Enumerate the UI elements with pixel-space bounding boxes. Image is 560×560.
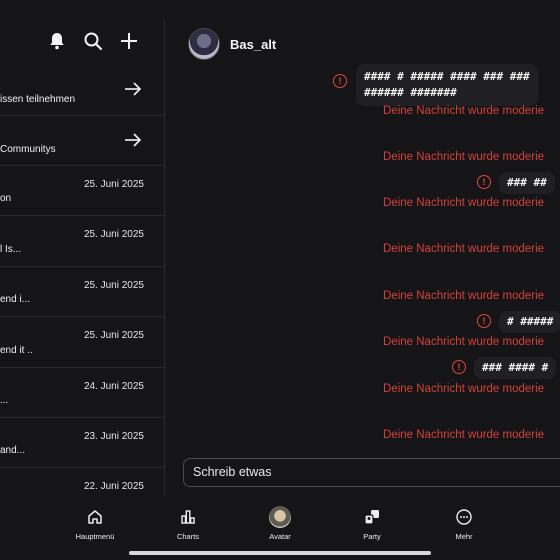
message-input[interactable]: [193, 465, 560, 479]
warning-icon[interactable]: !: [333, 74, 347, 88]
conversation-date: 24. Juni 2025: [83, 381, 144, 392]
moderation-notice: Deine Nachricht wurde moderie: [383, 151, 545, 163]
avatar-icon: [245, 506, 315, 528]
join-community-row[interactable]: issen teilnehmen: [0, 66, 164, 116]
conversation-item[interactable]: 23. Juni 2025 and...: [0, 418, 164, 468]
charts-icon: [153, 506, 223, 528]
moderation-notice: Deine Nachricht wurde moderie: [383, 105, 545, 117]
search-icon[interactable]: [82, 30, 104, 52]
conversation-item[interactable]: 25. Juni 2025 l Is...: [0, 216, 164, 267]
communities-label: Communitys: [0, 144, 56, 155]
message-bubble[interactable]: ### #### #: [474, 357, 557, 379]
nav-label: Charts: [176, 532, 200, 541]
communities-row[interactable]: Communitys: [0, 116, 164, 166]
nav-label: Party: [363, 532, 381, 541]
conversation-date: 25. Juni 2025: [83, 280, 144, 291]
moderation-notice: Deine Nachricht wurde moderie: [383, 243, 545, 255]
warning-icon[interactable]: !: [477, 175, 491, 189]
join-community-label: issen teilnehmen: [0, 94, 76, 105]
nav-label: Avatar: [269, 532, 291, 541]
moderation-notice: Deine Nachricht wurde moderie: [383, 429, 545, 441]
nav-label: Mehr: [455, 532, 473, 541]
chat-title: Bas_alt: [230, 36, 277, 52]
arrow-right-icon: [124, 82, 142, 101]
conversation-date: 25. Juni 2025: [83, 330, 144, 341]
message-input-box[interactable]: [183, 458, 560, 487]
warning-icon[interactable]: !: [452, 360, 466, 374]
conversation-snippet: end it ..: [0, 345, 33, 356]
conversation-item[interactable]: 25. Juni 2025 on: [0, 166, 164, 216]
plus-icon[interactable]: [118, 30, 140, 52]
nav-item-avatar[interactable]: Avatar: [245, 506, 315, 541]
bell-icon[interactable]: [46, 30, 68, 52]
nav-item-charts[interactable]: Charts: [153, 506, 223, 541]
nav-label: Hauptmenü: [75, 532, 115, 541]
conversation-date: 23. Juni 2025: [83, 431, 144, 442]
moderation-notice: Deine Nachricht wurde moderie: [383, 336, 545, 348]
chat-header[interactable]: Bas_alt: [188, 28, 276, 60]
arrow-right-icon: [124, 133, 142, 152]
conversation-date: 25. Juni 2025: [83, 179, 144, 190]
warning-icon[interactable]: !: [477, 314, 491, 328]
conversation-item[interactable]: 24. Juni 2025 ...: [0, 368, 164, 418]
left-toolbar: [46, 30, 140, 52]
nav-item-party[interactable]: Party: [337, 506, 407, 541]
conversation-list-panel: issen teilnehmen Communitys 25. Juni 202…: [0, 0, 164, 496]
conversation-snippet: ...: [0, 395, 9, 406]
moderation-notice: Deine Nachricht wurde moderie: [383, 290, 545, 302]
more-icon: [429, 506, 499, 528]
conversation-snippet: and...: [0, 445, 26, 456]
conversation-date: 25. Juni 2025: [83, 229, 144, 240]
nav-item-home[interactable]: Hauptmenü: [60, 506, 130, 541]
conversation-item[interactable]: 25. Juni 2025 end i...: [0, 267, 164, 317]
home-icon: [60, 506, 130, 528]
conversation-item[interactable]: 22. Juni 2025: [0, 468, 164, 496]
message-bubble[interactable]: #### # ##### #### ### ### ###### #######: [356, 64, 538, 106]
nav-item-more[interactable]: Mehr: [429, 506, 499, 541]
party-icon: [337, 506, 407, 528]
conversation-snippet: on: [0, 193, 12, 204]
message-bubble[interactable]: # #####: [499, 311, 560, 333]
conversation-snippet: end i...: [0, 294, 31, 305]
message-bubble[interactable]: ### ##: [499, 172, 555, 194]
avatar[interactable]: [188, 28, 220, 60]
moderation-notice: Deine Nachricht wurde moderie: [383, 383, 545, 395]
conversation-date: 22. Juni 2025: [83, 481, 144, 492]
home-indicator[interactable]: [129, 551, 431, 555]
conversation-item[interactable]: 25. Juni 2025 end it ..: [0, 317, 164, 368]
message-list[interactable]: ! #### # ##### #### ### ### ###### #####…: [164, 60, 560, 450]
conversation-snippet: l Is...: [0, 244, 22, 255]
moderation-notice: Deine Nachricht wurde moderie: [383, 197, 545, 209]
